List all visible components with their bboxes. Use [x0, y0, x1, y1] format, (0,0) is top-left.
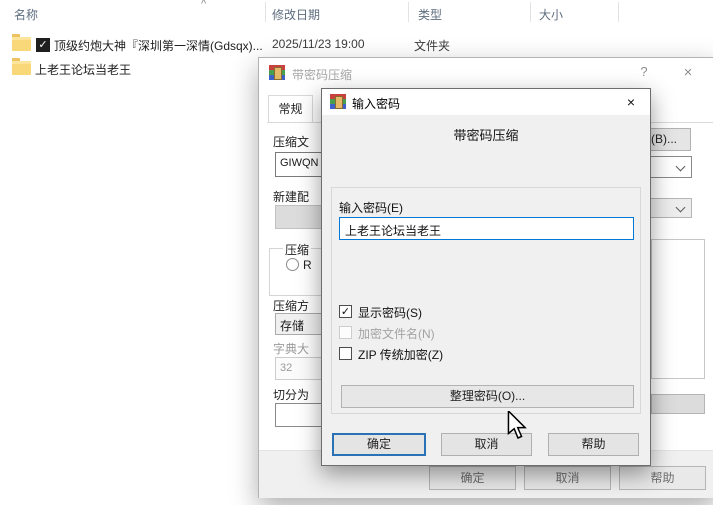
column-header-type[interactable]: 类型: [418, 6, 442, 23]
archive-format-group-label: 压缩: [283, 241, 312, 258]
profile-button[interactable]: [275, 205, 324, 229]
ok-button[interactable]: 确定: [332, 433, 426, 456]
archive-name-input[interactable]: GIWQN: [275, 152, 324, 177]
screen: ^ 名称 修改日期 类型 大小 ✓ 顶级约炮大神『深圳第一深情(Gdsqx)..…: [0, 0, 713, 505]
close-button[interactable]: ×: [618, 92, 644, 112]
folder-icon: [12, 34, 31, 51]
dictionary-size-label: 字典大: [273, 342, 310, 356]
winrar-icon: [330, 94, 346, 109]
help-button[interactable]: ?: [633, 64, 655, 79]
encrypt-filenames-checkbox: [339, 326, 352, 339]
file-name[interactable]: 上老王论坛当老王: [35, 61, 131, 78]
help-button[interactable]: 帮助: [619, 466, 706, 490]
dialog-title: 输入密码: [352, 97, 401, 111]
selected-checkbox[interactable]: ✓: [36, 38, 50, 52]
organize-passwords-button[interactable]: 整理密码(O)...: [341, 385, 634, 408]
mouse-cursor: [507, 411, 527, 439]
enter-password-dialog: 输入密码 × 带密码压缩 输入密码(E) 上老王论坛当老王 ✓ 显示密码(S) …: [321, 88, 651, 466]
file-name[interactable]: 顶级约炮大神『深圳第一深情(Gdsqx)...: [54, 37, 263, 54]
column-header-date[interactable]: 修改日期: [272, 6, 320, 23]
tab-general[interactable]: 常规: [268, 95, 313, 123]
column-header-name[interactable]: 名称: [14, 6, 38, 23]
chevron-down-icon: [675, 202, 686, 213]
update-mode-combo[interactable]: [646, 156, 692, 178]
dialog-titlebar[interactable]: 输入密码 ×: [322, 89, 650, 115]
help-button[interactable]: 帮助: [548, 433, 639, 456]
column-header-size[interactable]: 大小: [539, 6, 563, 23]
format-radio-label: R: [303, 258, 312, 272]
chevron-down-icon: [675, 161, 686, 172]
zip-legacy-checkbox[interactable]: [339, 347, 352, 360]
encrypt-filenames-label: 加密文件名(N): [358, 327, 435, 341]
column-separator[interactable]: [618, 2, 619, 22]
password-input-label: 输入密码(E): [339, 201, 403, 215]
ok-button[interactable]: 确定: [429, 466, 516, 490]
browse-button[interactable]: (B)...: [648, 128, 691, 151]
dictionary-size-input: 32: [275, 357, 323, 380]
column-separator[interactable]: [265, 2, 266, 22]
secondary-button[interactable]: [651, 394, 705, 414]
winrar-icon: [269, 65, 285, 80]
folder-icon: [12, 58, 31, 75]
file-type: 文件夹: [414, 39, 451, 53]
dialog-heading: 带密码压缩: [453, 128, 519, 143]
dialog-title: 带密码压缩: [292, 68, 353, 82]
cancel-button[interactable]: 取消: [524, 466, 611, 490]
options-listbox[interactable]: [651, 239, 705, 379]
close-button[interactable]: ×: [677, 64, 699, 81]
compression-method-label: 压缩方: [273, 299, 310, 313]
column-separator[interactable]: [530, 2, 531, 22]
dialog-titlebar[interactable]: 带密码压缩 ? ×: [259, 58, 713, 88]
zip-legacy-label[interactable]: ZIP 传统加密(Z): [358, 346, 443, 363]
format-radio[interactable]: [286, 258, 299, 271]
file-date: 2025/11/23 19:00: [272, 37, 365, 51]
show-password-checkbox[interactable]: ✓: [339, 305, 352, 318]
password-input[interactable]: 上老王论坛当老王: [339, 217, 634, 240]
secondary-combo[interactable]: [646, 198, 692, 218]
column-separator[interactable]: [408, 2, 409, 22]
split-volumes-input[interactable]: [275, 403, 324, 427]
compression-method-combo[interactable]: 存储: [275, 313, 323, 335]
archive-name-label: 压缩文: [273, 135, 310, 149]
sort-ascending-icon[interactable]: ^: [201, 0, 206, 10]
profile-label: 新建配: [273, 190, 310, 204]
split-volumes-label: 切分为: [273, 388, 310, 402]
show-password-label[interactable]: 显示密码(S): [358, 304, 422, 321]
